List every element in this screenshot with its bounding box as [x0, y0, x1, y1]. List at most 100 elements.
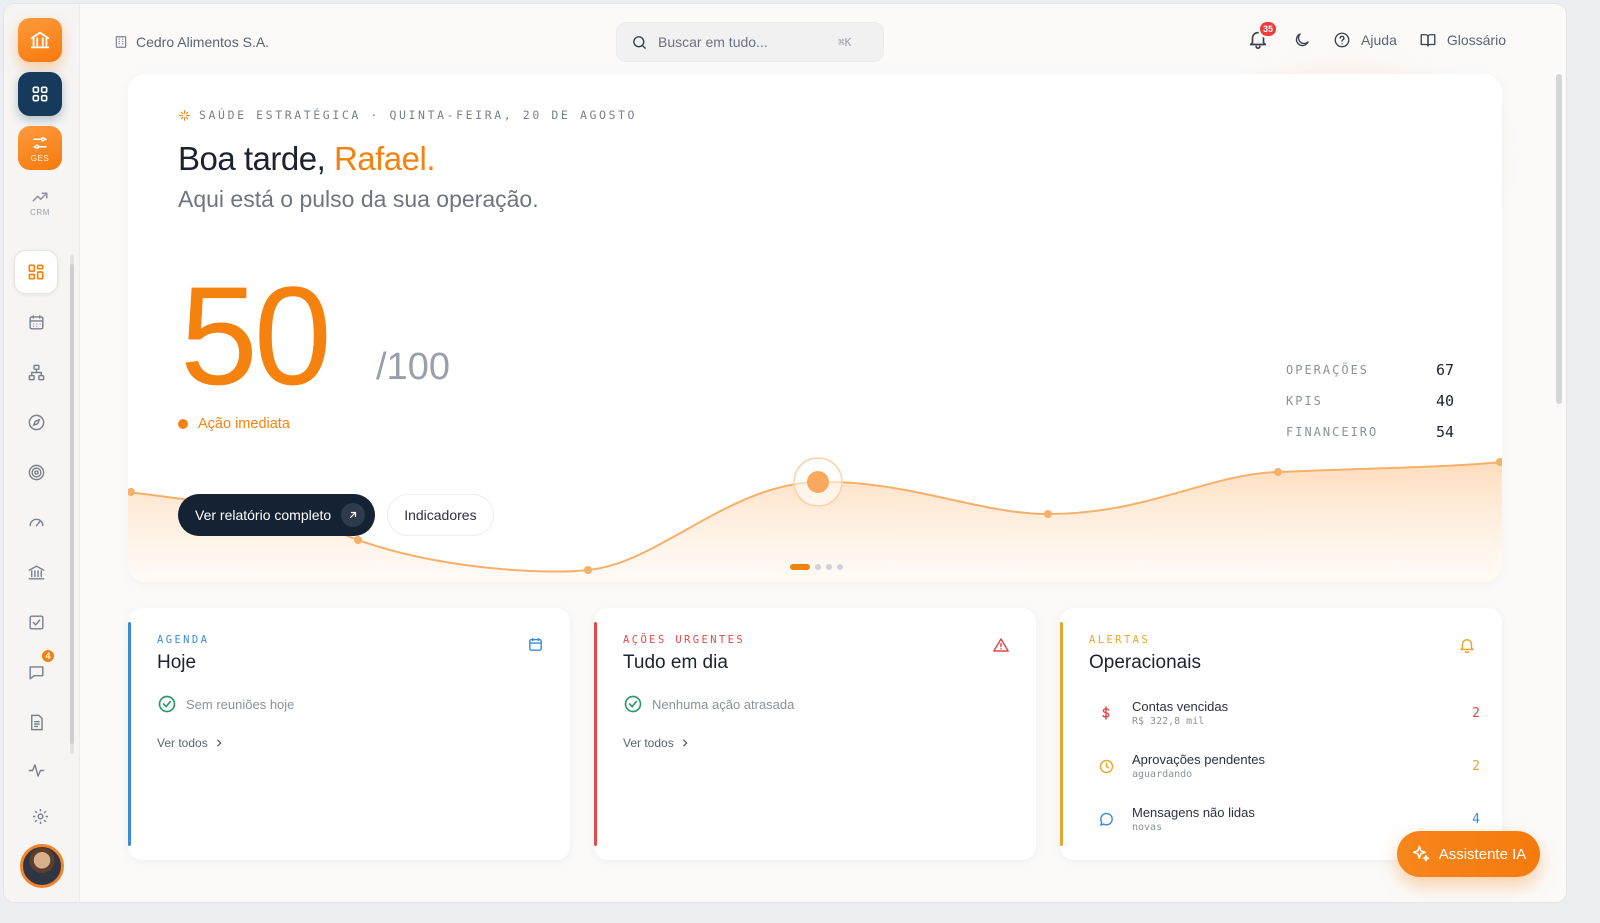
global-search[interactable]: ⌘K — [616, 22, 884, 62]
module-crm-button[interactable]: CRM — [18, 180, 62, 224]
moon-icon — [1295, 33, 1309, 47]
wave-point — [1044, 510, 1052, 518]
card-eyebrow: ALERTAS — [1089, 634, 1151, 646]
nav-finance[interactable] — [14, 550, 58, 594]
module-ges-button[interactable]: GES — [18, 126, 62, 170]
nav-dashboard[interactable] — [14, 250, 58, 294]
alert-subtitle: aguardando — [1132, 769, 1193, 780]
metric-operacoes: OPERAÇÕES 67 — [1286, 354, 1454, 385]
search-input[interactable] — [658, 34, 828, 50]
health-status: Ação imediata — [178, 416, 290, 432]
alert-item-approvals[interactable]: Aprovações pendentes aguardando 2 — [1096, 746, 1480, 786]
dollar-icon — [1096, 705, 1116, 721]
compass-icon — [28, 414, 44, 430]
card-eyebrow: AGENDA — [157, 634, 210, 646]
view-all-label: Ver todos — [157, 736, 208, 750]
hero-eyebrow-text: SAÚDE ESTRATÉGICA · QUINTA-FEIRA, 20 DE … — [199, 108, 638, 122]
document-icon — [30, 714, 43, 730]
metric-label: KPIS — [1286, 393, 1323, 408]
app-window: GES CRM 4 Cedro Alimentos S.A. Buscar em… — [4, 4, 1566, 902]
chevron-right-icon — [682, 739, 688, 747]
dashboard-icon — [28, 264, 44, 280]
carousel-dot[interactable] — [790, 564, 810, 570]
wave-focus-point[interactable] — [807, 471, 829, 493]
bell-icon — [1458, 636, 1476, 659]
sparkles-icon — [1412, 845, 1429, 862]
sidebar-scrollbar[interactable] — [70, 264, 74, 744]
card-title: Hoje — [157, 652, 197, 673]
message-icon — [1096, 811, 1116, 828]
alert-item-overdue[interactable]: Contas vencidas R$ 322,8 mil 2 — [1096, 693, 1480, 733]
hero-actions: Ver relatório completo Indicadores — [178, 494, 494, 536]
company-name: Cedro Alimentos S.A. — [136, 34, 270, 50]
empty-state: Nenhuma ação atrasada — [623, 694, 794, 714]
nav-messages[interactable]: 4 — [14, 648, 58, 694]
metric-label: OPERAÇÕES — [1286, 362, 1370, 377]
notifications-button[interactable]: 35 — [1247, 20, 1279, 52]
nav-performance[interactable] — [14, 500, 58, 544]
arrow-up-right-icon — [341, 503, 366, 527]
company-switcher[interactable]: Cedro Alimentos S.A. — [114, 34, 269, 50]
carousel-dots — [790, 564, 843, 570]
card-eyebrow: AÇÕES URGENTES — [623, 634, 746, 646]
alert-title: Aprovações pendentes — [1132, 752, 1265, 767]
calendar-icon — [527, 636, 544, 658]
indicators-button[interactable]: Indicadores — [387, 494, 494, 536]
card-accent — [1060, 622, 1063, 846]
top-actions: 35 Ajuda Glossário — [1247, 20, 1506, 52]
nav-tasks[interactable] — [14, 600, 58, 644]
alert-title: Mensagens não lidas — [1132, 805, 1255, 820]
bank-logo-icon — [30, 31, 50, 49]
nav-calendar[interactable] — [14, 300, 58, 344]
nav-organization[interactable] — [14, 350, 58, 394]
bank-icon — [28, 564, 44, 580]
ai-assistant-button[interactable]: Assistente IA — [1397, 831, 1540, 877]
card-accent — [594, 622, 597, 846]
nav-activity[interactable] — [14, 748, 58, 792]
glossary-label: Glossário — [1446, 32, 1506, 48]
empty-state-text: Nenhuma ação atrasada — [652, 696, 795, 712]
carousel-dot[interactable] — [837, 564, 843, 570]
card-title: Tudo em dia — [623, 652, 728, 673]
glossary-link[interactable]: Glossário — [1419, 31, 1506, 49]
metric-value: 54 — [1435, 422, 1454, 441]
full-report-button[interactable]: Ver relatório completo — [178, 494, 376, 536]
full-report-label: Ver relatório completo — [195, 507, 332, 523]
view-all-link[interactable]: Ver todos — [623, 736, 690, 750]
ai-assistant-label: Assistente IA — [1438, 845, 1527, 863]
check-circle-icon — [624, 695, 642, 713]
wave-point — [354, 536, 362, 544]
carousel-dot[interactable] — [815, 564, 821, 570]
hero-eyebrow: SAÚDE ESTRATÉGICA · QUINTA-FEIRA, 20 DE … — [178, 108, 637, 122]
metric-value: 67 — [1435, 360, 1454, 379]
wave-point — [584, 566, 592, 574]
nav-goals[interactable] — [14, 450, 58, 494]
nav-documents[interactable] — [14, 700, 58, 744]
carousel-dot[interactable] — [826, 564, 832, 570]
wave-point — [1274, 468, 1282, 476]
alert-count: 2 — [1472, 705, 1480, 721]
agenda-card: AGENDA Hoje Sem reuniões hoje Ver todos — [128, 608, 570, 860]
urgent-actions-card: AÇÕES URGENTES Tudo em dia Nenhuma ação … — [594, 608, 1036, 860]
card-accent — [128, 622, 131, 846]
warning-icon — [992, 636, 1010, 659]
alert-count: 4 — [1472, 811, 1480, 827]
search-shortcut: ⌘K — [838, 35, 852, 49]
module-dashboard-button[interactable] — [18, 72, 62, 116]
metric-label: FINANCEIRO — [1286, 424, 1379, 439]
empty-state-text: Sem reuniões hoje — [186, 696, 295, 712]
nav-explore[interactable] — [14, 400, 58, 444]
nav-settings[interactable] — [18, 794, 62, 838]
crm-label: CRM — [30, 207, 50, 217]
app-logo-button[interactable] — [18, 18, 62, 62]
activity-icon — [28, 763, 44, 777]
page-scrollbar[interactable] — [1556, 74, 1562, 404]
status-dot — [178, 419, 188, 429]
theme-toggle[interactable] — [1293, 31, 1311, 49]
health-metrics: OPERAÇÕES 67 KPIS 40 FINANCEIRO 54 — [1286, 354, 1454, 447]
view-all-link[interactable]: Ver todos — [157, 736, 224, 750]
user-avatar[interactable] — [20, 844, 64, 888]
clock-icon — [1096, 758, 1116, 775]
help-link[interactable]: Ajuda — [1333, 31, 1397, 49]
alert-count: 2 — [1472, 758, 1480, 774]
